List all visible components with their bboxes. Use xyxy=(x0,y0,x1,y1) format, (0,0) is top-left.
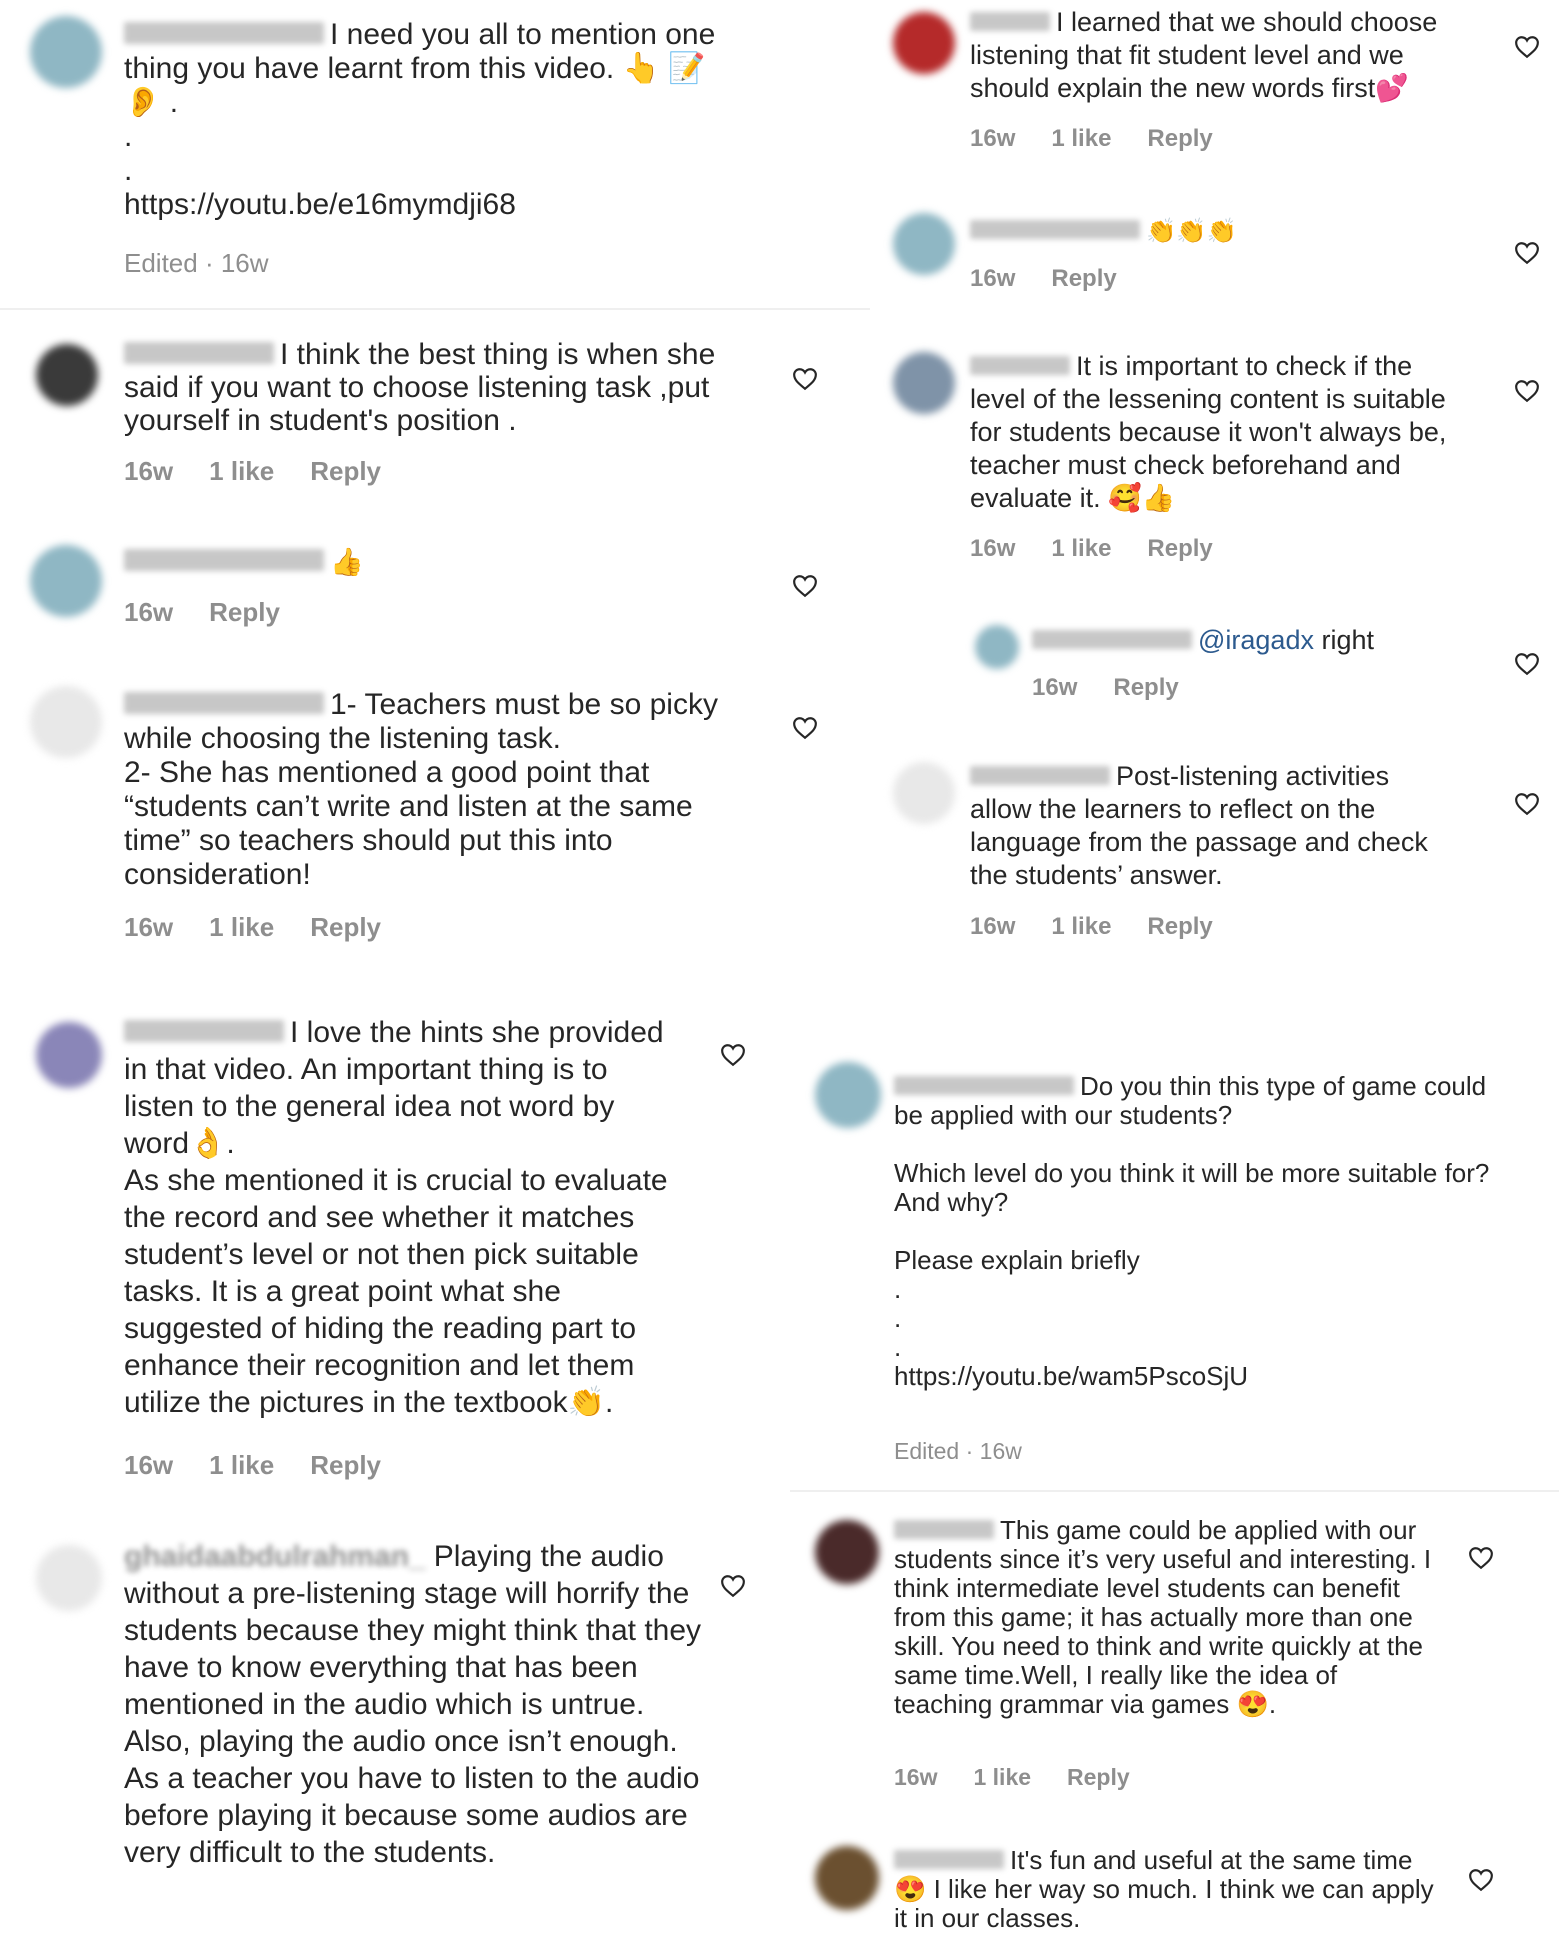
heart-icon[interactable] xyxy=(1468,1868,1494,1892)
comment-text: I love the hints she provided in that vi… xyxy=(124,1016,668,1419)
reply-button[interactable]: Reply xyxy=(1147,913,1212,940)
comment-time: 16w xyxy=(970,265,1016,292)
reply-button[interactable]: Reply xyxy=(1051,265,1116,292)
comment-time: 16w xyxy=(124,1450,174,1480)
username-blurred[interactable] xyxy=(894,1520,994,1539)
username-blurred[interactable] xyxy=(124,342,274,364)
heart-icon[interactable] xyxy=(1514,379,1540,403)
like-count[interactable]: 1 like xyxy=(209,456,274,486)
avatar[interactable] xyxy=(30,686,102,758)
comment-text: @iragadx right xyxy=(1032,624,1472,657)
avatar[interactable] xyxy=(30,545,102,617)
heart-icon[interactable] xyxy=(1514,792,1540,816)
like-count[interactable]: 1 like xyxy=(1051,535,1111,562)
heart-icon[interactable] xyxy=(720,1574,746,1598)
like-count[interactable]: 1 like xyxy=(1051,913,1111,940)
divider xyxy=(0,308,870,310)
comment-text: It is important to check if the level of… xyxy=(970,351,1447,513)
comment-meta: 16w 1 like Reply xyxy=(124,1450,417,1481)
comment-text: This game could be applied with our stud… xyxy=(894,1515,1432,1719)
heart-icon[interactable] xyxy=(1468,1546,1494,1570)
reply-button[interactable]: Reply xyxy=(310,1450,381,1480)
comment-text: ghaidaabdulrahman_ Playing the audio with… xyxy=(124,1540,702,1869)
comment-text: I learned that we should choose listenin… xyxy=(970,7,1438,103)
comment-text: Post-listening activities allow the lear… xyxy=(970,761,1428,890)
avatar[interactable] xyxy=(36,1022,102,1088)
username-blurred[interactable] xyxy=(124,549,324,571)
username-blurred[interactable] xyxy=(970,11,1050,31)
avatar[interactable] xyxy=(36,344,98,406)
comment-time: 16w xyxy=(970,125,1016,152)
heart-icon[interactable] xyxy=(792,574,818,598)
username-blurred[interactable] xyxy=(124,1020,284,1042)
comment-time: 16w xyxy=(970,535,1016,562)
comment-text: It's fun and useful at the same time😍 I … xyxy=(894,1845,1434,1933)
like-count[interactable]: 1 like xyxy=(209,912,274,942)
comment-time: 16w xyxy=(1032,674,1078,701)
heart-icon[interactable] xyxy=(792,716,818,740)
comment-meta: 16w 1 like Reply xyxy=(970,913,1249,941)
post-caption: I need you all to mention one thing you … xyxy=(124,18,716,221)
comment-time: 16w xyxy=(124,597,174,627)
reply-button[interactable]: Reply xyxy=(1067,1764,1130,1790)
reply-button[interactable]: Reply xyxy=(1147,535,1212,562)
heart-icon[interactable] xyxy=(1514,652,1540,676)
like-count[interactable]: 1 like xyxy=(973,1764,1031,1790)
username-blurred[interactable] xyxy=(970,355,1070,375)
comment-meta: 16w 1 like Reply xyxy=(124,456,417,487)
reply-button[interactable]: Reply xyxy=(209,597,280,627)
username-blurred[interactable] xyxy=(970,765,1110,785)
avatar[interactable] xyxy=(30,16,102,88)
avatar[interactable] xyxy=(815,1846,879,1910)
heart-icon[interactable] xyxy=(720,1043,746,1067)
comment-time: 16w xyxy=(970,913,1016,940)
comment-meta: 16w Reply xyxy=(1032,674,1215,702)
post-meta: Edited · 16w xyxy=(894,1438,1022,1464)
like-count[interactable]: 1 like xyxy=(209,1450,274,1480)
username-blurred[interactable] xyxy=(124,22,324,44)
comment-meta: 16w Reply xyxy=(970,265,1153,293)
avatar[interactable] xyxy=(893,762,955,824)
comment-meta: 16w 1 like Reply xyxy=(124,912,417,943)
mention-link[interactable]: @iragadx xyxy=(1198,625,1314,655)
comment-meta: 16w 1 like Reply xyxy=(970,125,1249,153)
comment-text: 1- Teachers must be so picky while choos… xyxy=(124,688,718,891)
avatar[interactable] xyxy=(815,1062,881,1128)
username-blurred[interactable] xyxy=(894,1076,1074,1095)
username-blurred[interactable] xyxy=(894,1850,1004,1869)
username[interactable]: ghaidaabdulrahman_ xyxy=(124,1540,426,1573)
post-caption: Do you thin this type of game could be a… xyxy=(894,1071,1490,1391)
comment-text: 👍 xyxy=(124,545,724,579)
comment-time: 16w xyxy=(124,456,174,486)
comment-time: 16w xyxy=(124,912,174,942)
heart-icon[interactable] xyxy=(1514,35,1540,59)
post-meta: Edited · 16w xyxy=(124,248,269,278)
username-blurred[interactable] xyxy=(1032,629,1192,649)
username-blurred[interactable] xyxy=(970,219,1140,239)
divider xyxy=(790,1490,1559,1492)
avatar[interactable] xyxy=(975,625,1019,669)
reply-button[interactable]: Reply xyxy=(310,456,381,486)
comment-text: I think the best thing is when she said … xyxy=(124,338,716,437)
avatar[interactable] xyxy=(36,1545,102,1611)
comment-time: 16w xyxy=(894,1764,938,1790)
heart-icon[interactable] xyxy=(1514,241,1540,265)
avatar[interactable] xyxy=(893,213,955,275)
heart-icon[interactable] xyxy=(792,367,818,391)
username-blurred[interactable] xyxy=(124,692,324,714)
comment-meta: 16w 1 like Reply xyxy=(894,1764,1166,1791)
comment-meta: 16w 1 like Reply xyxy=(970,535,1249,563)
reply-button[interactable]: Reply xyxy=(310,912,381,942)
comment-text: 👏👏👏 xyxy=(970,214,1450,247)
avatar[interactable] xyxy=(815,1520,879,1584)
avatar[interactable] xyxy=(893,352,955,414)
reply-button[interactable]: Reply xyxy=(1147,125,1212,152)
reply-button[interactable]: Reply xyxy=(1113,674,1178,701)
avatar[interactable] xyxy=(893,12,955,74)
like-count[interactable]: 1 like xyxy=(1051,125,1111,152)
comment-meta: 16w Reply xyxy=(124,597,316,628)
